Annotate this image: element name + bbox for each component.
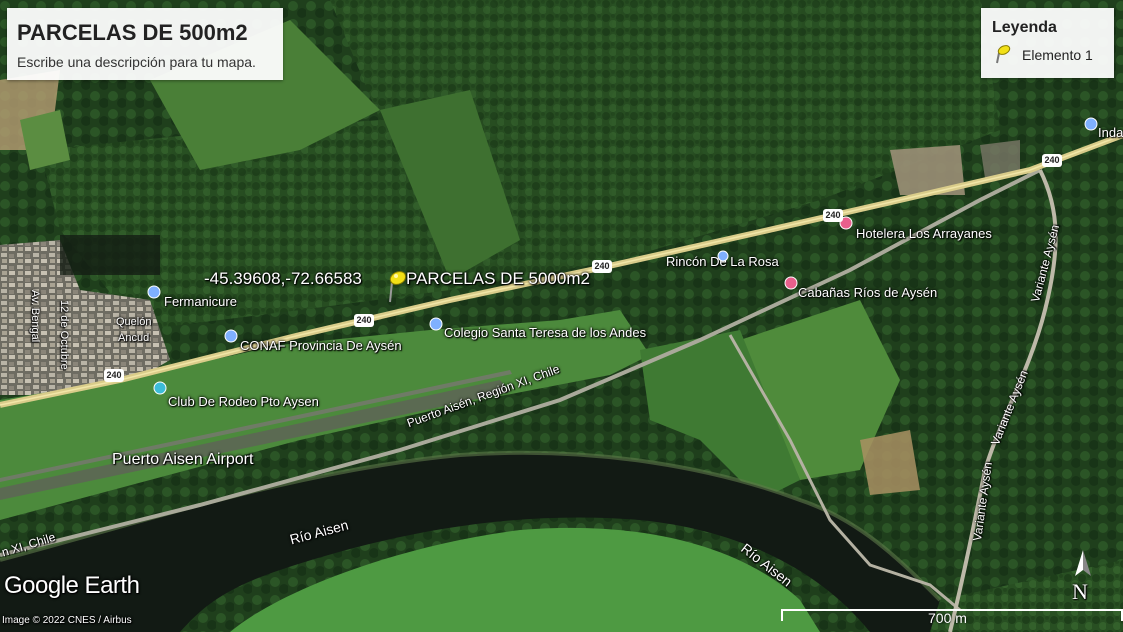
poi-rincon-de-la-rosa[interactable]: Rincón De La Rosa	[666, 254, 779, 269]
poi-club-rodeo[interactable]: Club De Rodeo Pto Aysen	[168, 394, 319, 409]
north-arrow-icon: N	[1071, 548, 1095, 608]
scale-label: 700 m	[928, 610, 967, 626]
legend-panel: Leyenda Elemento 1	[981, 8, 1114, 78]
route-shield-240: 240	[1042, 154, 1062, 167]
poi-cabanas[interactable]: Cabañas Ríos de Aysén	[798, 285, 937, 300]
placemark-name[interactable]: PARCELAS DE 5000m2	[406, 269, 590, 289]
road-label-12-de-octubre: 12 de Octubre	[58, 300, 70, 370]
road-label-av-bengal: Av. Bengal	[29, 290, 41, 343]
yellow-pushpin-icon	[996, 45, 1011, 64]
route-shield-240: 240	[823, 209, 843, 222]
route-shield-240: 240	[592, 260, 612, 273]
legend-item-label[interactable]: Elemento 1	[1022, 47, 1093, 63]
legend-title: Leyenda	[992, 19, 1057, 36]
poi-quelon[interactable]: Quelón	[116, 316, 151, 328]
poi-airport[interactable]: Puerto Aisen Airport	[112, 451, 253, 469]
image-attribution: Image © 2022 CNES / Airbus	[2, 615, 132, 626]
poi-hotelera[interactable]: Hotelera Los Arrayanes	[856, 226, 992, 241]
google-earth-logo: Google Earth	[4, 572, 140, 599]
satellite-map[interactable]	[0, 0, 1123, 632]
route-shield-240: 240	[354, 314, 374, 327]
map-title-panel: PARCELAS DE 500m2 Escribe una descripció…	[7, 8, 283, 80]
placemark-coordinates[interactable]: -45.39608,-72.66583	[204, 269, 362, 289]
map-title: PARCELAS DE 500m2	[17, 20, 248, 45]
poi-inda[interactable]: Inda	[1098, 125, 1123, 140]
north-label: N	[1072, 579, 1088, 604]
poi-fermanicure[interactable]: Fermanicure	[164, 294, 237, 309]
poi-ancud[interactable]: Ancud	[118, 332, 149, 344]
poi-conaf[interactable]: CONAF Provincia De Aysén	[240, 338, 402, 353]
route-shield-240: 240	[104, 369, 124, 382]
poi-colegio[interactable]: Colegio Santa Teresa de los Andes	[444, 325, 646, 340]
map-description[interactable]: Escribe una descripción para tu mapa.	[17, 54, 256, 70]
